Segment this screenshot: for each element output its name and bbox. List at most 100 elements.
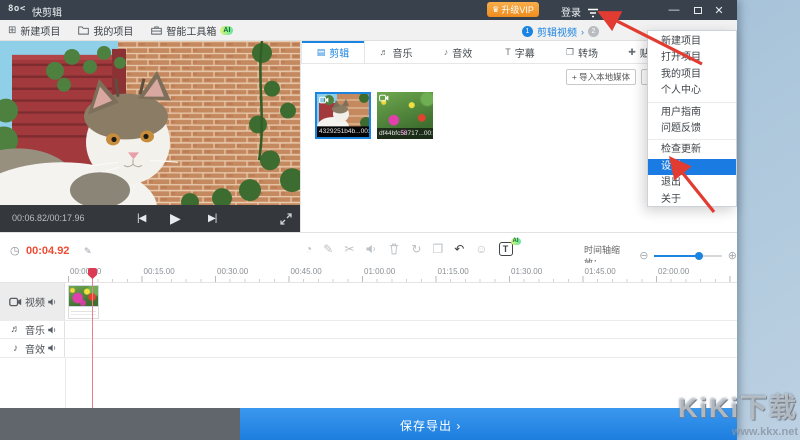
track-video[interactable]: 视频 <box>0 283 737 321</box>
timeline-current-time: 00:04.92 <box>26 245 69 257</box>
music-track-icon: ♬ <box>9 324 22 335</box>
menu-item-feedback[interactable]: 问题反馈 <box>648 121 736 137</box>
menu-item-settings[interactable]: 设置 <box>648 159 736 175</box>
menu-item-my-projects[interactable]: 我的项目 <box>648 67 736 83</box>
my-projects-button[interactable]: 我的项目 <box>78 23 133 38</box>
undo-icon[interactable]: ↶ <box>454 243 464 255</box>
app-logo-icon: 8o< <box>8 4 26 14</box>
next-frame-button[interactable]: ▶| <box>208 213 216 224</box>
transition-icon: ❐ <box>566 47 574 58</box>
menu-divider <box>648 102 736 103</box>
step-1-badge: 1 <box>522 26 533 37</box>
menu-item-new-project[interactable]: 新建项目 <box>648 34 736 50</box>
maximize-button[interactable] <box>690 2 706 18</box>
delete-icon[interactable] <box>388 243 400 255</box>
media-duration: 00:06.37 <box>424 130 433 137</box>
new-project-label: 新建项目 <box>20 23 60 38</box>
menu-item-check-update[interactable]: 检查更新 <box>648 142 736 158</box>
previous-frame-button[interactable]: |◀ <box>137 213 145 224</box>
desktop: 8o< 快剪辑 ♛ 升级VIP 登录 — ✕ ⊞ 新建项目 我的项目 <box>0 0 800 440</box>
track-sfx-label: ♪ 音效 <box>0 339 65 357</box>
bottom-bar: 保存导出 › <box>0 408 737 440</box>
preview-controls: 00:06.82/00:17.96 |◀ ▶ ▶| <box>0 205 300 232</box>
export-button[interactable]: 保存导出 › <box>240 408 737 440</box>
speed-icon[interactable]: ◔ <box>305 243 312 255</box>
mute-track-icon[interactable] <box>47 343 57 353</box>
rotate-icon[interactable]: ↻ <box>411 243 421 255</box>
emoji-icon[interactable]: ☺ <box>475 243 487 255</box>
menu-item-user-guide[interactable]: 用户指南 <box>648 105 736 121</box>
menu-item-about[interactable]: 关于 <box>648 192 736 208</box>
video-track-icon <box>9 297 22 307</box>
copy-icon[interactable]: ❐ <box>432 243 443 255</box>
media-item-cat[interactable]: 4329251b4b... 00:17.96 <box>315 92 371 139</box>
tab-clip[interactable]: ▤剪辑 <box>301 41 365 63</box>
tab-sound[interactable]: ♪音效 <box>427 41 489 63</box>
tab-transition[interactable]: ❐转场 <box>551 41 613 63</box>
playhead-line <box>92 269 93 408</box>
menu-item-quit[interactable]: 退出 <box>648 175 736 191</box>
upgrade-vip-button[interactable]: ♛ 升级VIP <box>487 2 539 17</box>
ruler-label: 01:45.00 <box>585 267 616 276</box>
minimize-button[interactable]: — <box>666 2 682 18</box>
slider-knob[interactable] <box>695 252 703 260</box>
new-project-icon: ⊞ <box>8 25 16 36</box>
clock-icon: ◷ <box>10 244 20 257</box>
login-button[interactable]: 登录 <box>561 4 581 19</box>
timeline-ruler[interactable]: 00:00.0000:15.0000:30.0000:45.0001:00.00… <box>0 263 737 283</box>
app-toolbar: ⊞ 新建项目 我的项目 智能工具箱 AI 1 剪辑视频 › 2 <box>0 20 737 41</box>
ruler-label: 02:00.00 <box>658 267 689 276</box>
cut-icon[interactable]: ✂ <box>344 243 354 255</box>
track-name: 视频 <box>25 294 45 309</box>
track-music-label: ♬ 音乐 <box>0 321 65 338</box>
ai-badge: AI <box>511 238 521 245</box>
timeline-zoom-slider[interactable] <box>654 255 721 257</box>
folder-icon <box>78 25 89 35</box>
zoom-out-icon[interactable]: ⊖ <box>639 251 648 262</box>
ruler-label: 01:00.00 <box>364 267 395 276</box>
media-item-label: df44bfc58717... 00:06.37 <box>377 128 433 139</box>
menu-item-personal-center[interactable]: 个人中心 <box>648 83 736 99</box>
edit-time-icon[interactable]: ✎ <box>84 246 92 257</box>
crown-icon: ♛ <box>492 5 499 14</box>
tab-subtitle[interactable]: T字幕 <box>489 41 551 63</box>
fullscreen-icon[interactable] <box>280 212 292 230</box>
smart-toolbox-button[interactable]: 智能工具箱 AI <box>151 23 233 38</box>
media-item-flowers[interactable]: df44bfc58717... 00:06.37 <box>377 92 433 139</box>
menu-divider <box>648 139 736 140</box>
text-recognition-ai-icon[interactable]: TAI <box>499 242 513 256</box>
media-duration: 00:17.96 <box>361 128 371 135</box>
edit-icon[interactable]: ✎ <box>323 243 333 255</box>
tab-label: 字幕 <box>515 45 535 60</box>
new-project-button[interactable]: ⊞ 新建项目 <box>8 23 60 38</box>
main-dropdown-menu: 新建项目打开项目我的项目个人中心用户指南问题反馈检查更新设置退出关于 <box>647 30 737 207</box>
clip-icon: ▤ <box>317 47 326 58</box>
timeline-clip-audio[interactable] <box>68 307 99 319</box>
import-local-media-button[interactable]: + 导入本地媒体 <box>566 69 636 85</box>
play-button[interactable]: ▶ <box>170 210 180 227</box>
close-button[interactable]: ✕ <box>711 2 727 18</box>
media-name: 4329251b4b... <box>319 128 361 135</box>
track-sound-effects[interactable]: ♪ 音效 <box>0 339 737 358</box>
video-type-icon <box>319 96 329 104</box>
sfx-track-icon: ♪ <box>9 343 22 354</box>
tab-music[interactable]: ♬音乐 <box>365 41 427 63</box>
bottom-bar-left <box>0 408 240 440</box>
mute-track-icon[interactable] <box>47 325 57 335</box>
titlebar: 8o< 快剪辑 ♛ 升级VIP 登录 — ✕ <box>0 0 737 20</box>
track-music[interactable]: ♬ 音乐 <box>0 321 737 339</box>
tab-label: 音乐 <box>393 45 413 60</box>
volume-icon[interactable] <box>365 243 377 255</box>
ruler-label: 00:15.00 <box>144 267 175 276</box>
track-name: 音乐 <box>25 322 45 337</box>
ruler-label: 01:15.00 <box>438 267 469 276</box>
app-window: 8o< 快剪辑 ♛ 升级VIP 登录 — ✕ ⊞ 新建项目 我的项目 <box>0 0 737 440</box>
app-title: 快剪辑 <box>32 4 62 19</box>
zoom-in-icon[interactable]: ⊕ <box>728 251 737 262</box>
timeline-clip[interactable] <box>68 285 99 307</box>
mute-track-icon[interactable] <box>47 297 57 307</box>
sound-effect-icon: ♪ <box>444 47 449 57</box>
video-preview: 00:06.82/00:17.96 |◀ ▶ ▶| <box>0 41 300 232</box>
menu-item-open-project[interactable]: 打开项目 <box>648 50 736 66</box>
main-menu-icon[interactable] <box>587 5 599 15</box>
